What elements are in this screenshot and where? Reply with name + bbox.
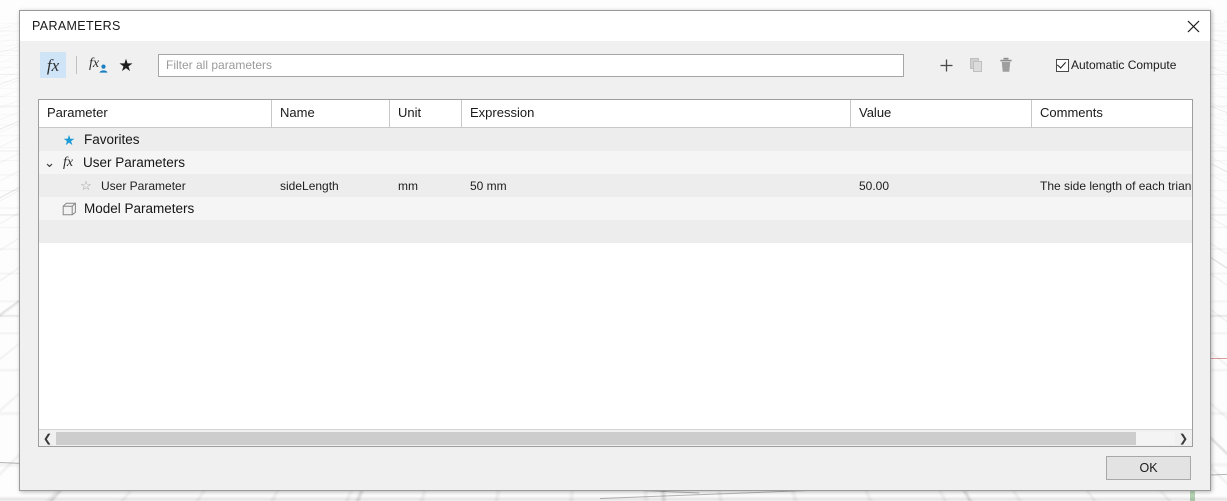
row-comments-cell[interactable]: The side length of each trian	[1032, 174, 1192, 197]
row-parameter-label: User Parameters	[83, 155, 186, 170]
table-header-row: Parameter Name Unit Expression Value Com…	[39, 100, 1192, 128]
close-glyph	[1187, 20, 1199, 32]
row-unit-cell	[390, 151, 462, 174]
scrollbar-thumb[interactable]	[56, 431, 1136, 445]
table-row[interactable]: ☆ User Parameter sideLength mm 50 mm 50.…	[39, 174, 1192, 197]
cube-glyph	[62, 202, 76, 215]
table-row[interactable]: ★ Favorites	[39, 128, 1192, 151]
table-row[interactable]: ⌄ fx User Parameters	[39, 151, 1192, 174]
duplicate-parameter-button[interactable]	[961, 52, 991, 78]
trash-icon	[1000, 57, 1012, 72]
add-parameter-button[interactable]	[931, 52, 961, 78]
row-parameter-cell: ⌄ fx User Parameters	[39, 151, 272, 174]
table-body: ★ Favorites ⌄ fx User Parameters ☆ User …	[39, 128, 1192, 243]
row-parameter-label: Favorites	[84, 132, 140, 147]
column-header-expression[interactable]: Expression	[462, 100, 851, 127]
search-input[interactable]	[158, 53, 904, 77]
scroll-left-icon[interactable]: ❮	[39, 430, 56, 446]
parameters-dialog: PARAMETERS fx fx ★ Filter all parameters…	[19, 10, 1211, 491]
row-comments-cell	[1032, 197, 1192, 220]
row-parameter-cell: ☆ User Parameter	[39, 174, 272, 197]
row-unit-cell	[390, 128, 462, 151]
row-name-cell	[272, 151, 390, 174]
column-header-comments[interactable]: Comments	[1032, 100, 1192, 127]
scrollbar-track[interactable]	[56, 431, 1175, 445]
fx-user-icon: fx	[89, 56, 100, 71]
column-header-unit[interactable]: Unit	[390, 100, 462, 127]
column-header-value[interactable]: Value	[851, 100, 1032, 127]
row-expression-cell	[462, 151, 851, 174]
dialog-title: PARAMETERS	[32, 19, 121, 33]
row-expression-cell	[462, 128, 851, 151]
row-value-cell	[851, 197, 1032, 220]
column-header-name[interactable]: Name	[272, 100, 390, 127]
star-filled-icon: ★	[62, 131, 76, 148]
cube-icon	[60, 202, 78, 216]
row-name-cell	[272, 197, 390, 220]
scroll-right-icon[interactable]: ❯	[1175, 430, 1192, 446]
show-all-parameters-button[interactable]: fx	[40, 52, 66, 78]
filter-field-wrapper	[158, 53, 904, 77]
toolbar-action-group: Automatic Compute	[931, 52, 1176, 78]
close-icon[interactable]	[1176, 12, 1210, 41]
automatic-compute-checkbox[interactable]: Automatic Compute	[1056, 58, 1176, 72]
row-value-cell: 50.00	[859, 178, 890, 193]
dialog-footer: OK	[20, 446, 1210, 490]
table-row[interactable]: Model Parameters	[39, 197, 1192, 220]
row-name-cell[interactable]: sideLength	[272, 174, 390, 197]
row-parameter-label: Model Parameters	[84, 201, 195, 216]
row-expression-cell	[462, 197, 851, 220]
row-parameter-label: User Parameter	[101, 178, 186, 193]
automatic-compute-label: Automatic Compute	[1071, 58, 1177, 72]
parameters-table: Parameter Name Unit Expression Value Com…	[38, 99, 1193, 447]
delete-parameter-button[interactable]	[991, 52, 1021, 78]
show-favorites-button[interactable]: ★	[113, 52, 139, 78]
copy-icon	[969, 58, 982, 72]
row-unit-cell	[390, 197, 462, 220]
row-parameter-cell: Model Parameters	[39, 197, 272, 220]
user-badge-icon	[99, 64, 108, 73]
column-header-parameter[interactable]: Parameter	[39, 100, 272, 127]
row-parameter-cell: ★ Favorites	[39, 128, 272, 151]
fx-icon: fx	[62, 154, 74, 170]
toolbar-divider	[76, 56, 77, 74]
row-comments-cell	[1032, 128, 1192, 151]
checkbox-checked-icon	[1056, 58, 1069, 72]
show-user-parameters-button[interactable]: fx	[87, 52, 113, 78]
plus-icon	[940, 59, 952, 71]
star-icon: ★	[118, 55, 134, 75]
fx-icon: fx	[46, 55, 60, 75]
chevron-down-icon[interactable]: ⌄	[43, 155, 56, 171]
dialog-titlebar: PARAMETERS	[20, 11, 1210, 41]
star-outline-icon[interactable]: ☆	[77, 179, 95, 192]
row-comments-cell	[1032, 151, 1192, 174]
row-value-cell	[851, 128, 1032, 151]
horizontal-scrollbar[interactable]: ❮ ❯	[39, 429, 1192, 446]
ok-button[interactable]: OK	[1106, 456, 1191, 480]
parameters-toolbar: fx fx ★ Filter all parameters Automatic …	[20, 41, 1210, 89]
row-name-cell	[272, 128, 390, 151]
row-unit-cell[interactable]: mm	[390, 174, 462, 197]
row-expression-cell[interactable]: 50 mm	[462, 174, 851, 197]
table-empty-row	[39, 220, 1192, 243]
row-value-cell	[851, 151, 1032, 174]
